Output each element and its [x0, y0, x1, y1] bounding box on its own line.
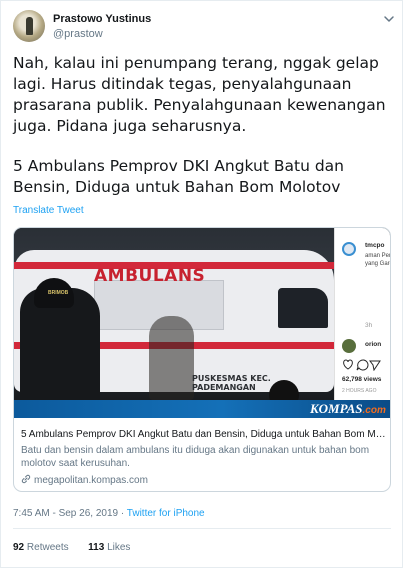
kompas-logo-name: KOMPAS: [310, 401, 363, 416]
shadow-figure: [149, 316, 194, 400]
ig-views: 62,798 views: [342, 376, 382, 383]
share-icon: [369, 360, 381, 371]
kompas-logo-tld: .com: [362, 405, 386, 416]
heart-icon: [343, 359, 353, 370]
van-text: AMBULANS: [94, 266, 206, 286]
retweets-stat[interactable]: 92 Retweets: [13, 542, 69, 553]
van-sub-text: PUSKESMAS KEC. PADEMANGAN: [192, 374, 271, 392]
comment-icon: [356, 359, 369, 371]
card-title[interactable]: 5 Ambulans Pemprov DKI Angkut Batu dan B…: [21, 429, 387, 440]
ig-time: 3h: [365, 322, 373, 329]
translate-tweet-link[interactable]: Translate Tweet: [13, 205, 84, 216]
ig-ago: 2 HOURS AGO: [342, 388, 377, 394]
ig-commenter-avatar: [342, 339, 356, 353]
ig-action-icons: [343, 359, 381, 371]
card-description: Batu dan bensin dalam ambulans itu didug…: [21, 445, 370, 469]
avatar-figure: [26, 17, 33, 35]
tweet-paragraph-1: Nah, kalau ini penumpang terang, nggak g…: [13, 54, 386, 135]
card-media[interactable]: AMBULANS PUSKESMAS KEC. PADEMANGAN BRIMO…: [14, 228, 390, 400]
tweet-meta: 7:45 AM - Sep 26, 2019 · Twitter for iPh…: [13, 508, 205, 519]
van-cab-window: [278, 288, 328, 328]
timestamp[interactable]: 7:45 AM - Sep 26, 2019: [13, 508, 118, 519]
card-domain[interactable]: megapolitan.kompas.com: [21, 474, 148, 486]
divider: [13, 528, 391, 529]
retweets-label: Retweets: [26, 542, 69, 553]
ig-caption: aman Pempr untuk yang Gardu Subro: [365, 253, 390, 267]
chevron-down-icon[interactable]: [382, 12, 396, 26]
tweet-stats: 92 Retweets 113 Likes: [13, 542, 130, 553]
meta-separator: ·: [118, 508, 127, 519]
video-frame: AMBULANS PUSKESMAS KEC. PADEMANGAN BRIMO…: [14, 228, 334, 400]
source-link[interactable]: Twitter for iPhone: [127, 508, 205, 519]
card-domain-text: megapolitan.kompas.com: [34, 475, 148, 486]
likes-label: Likes: [107, 542, 131, 553]
author-name[interactable]: Prastowo Yustinus: [53, 13, 151, 25]
officer-badge: BRIMOB: [48, 290, 69, 296]
ig-avatar: [342, 242, 356, 256]
tweet-container: Prastowo Yustinus @prastow Nah, kalau in…: [0, 0, 403, 568]
tweet-paragraph-2: 5 Ambulans Pemprov DKI Angkut Batu dan B…: [13, 157, 344, 196]
ig-commenter-name: orion: [365, 341, 382, 348]
likes-count: 113: [88, 542, 105, 553]
likes-stat[interactable]: 113 Likes: [88, 542, 130, 553]
author-handle[interactable]: @prastow: [53, 28, 103, 40]
kompas-banner: KOMPAS.com: [14, 400, 390, 418]
instagram-panel: tmcpo aman Pempr untuk yang Gardu Subro …: [334, 228, 390, 400]
avatar[interactable]: [13, 10, 45, 42]
ig-username: tmcpo: [365, 242, 385, 249]
tweet-text: Nah, kalau ini penumpang terang, nggak g…: [13, 53, 399, 198]
link-preview-card[interactable]: AMBULANS PUSKESMAS KEC. PADEMANGAN BRIMO…: [13, 227, 391, 492]
link-icon: [21, 474, 31, 484]
retweets-count: 92: [13, 542, 25, 553]
kompas-logo: KOMPAS.com: [310, 401, 386, 417]
